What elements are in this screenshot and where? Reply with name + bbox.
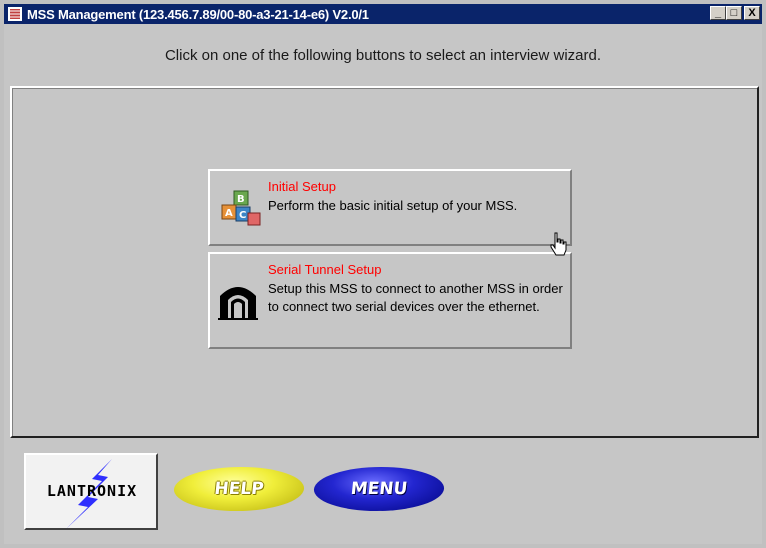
menu-button[interactable]: MENU [311, 467, 447, 511]
wizard-description: Perform the basic initial setup of your … [268, 198, 518, 213]
minimize-button[interactable]: _ [710, 6, 726, 20]
logo-text: LANTRONIX [46, 482, 138, 500]
wizard-title: Serial Tunnel Setup [268, 262, 382, 277]
client-area: Click on one of the following buttons to… [4, 24, 762, 544]
help-button[interactable]: HELP [171, 467, 307, 511]
svg-text:B: B [237, 194, 245, 205]
initial-setup-button[interactable]: B A C Initial Setup Perform the basic in… [208, 169, 572, 246]
close-button[interactable]: X [744, 6, 760, 20]
wizard-title: Initial Setup [268, 179, 336, 194]
hand-cursor-icon [550, 232, 567, 256]
blocks-icon: B A C [221, 190, 261, 226]
wizard-description: Setup this MSS to connect to another MSS… [268, 281, 563, 314]
tunnel-icon [218, 287, 258, 320]
window-title: MSS Management (123.456.7.89/00-80-a3-21… [27, 6, 369, 22]
title-bar[interactable]: MSS Management (123.456.7.89/00-80-a3-21… [4, 4, 762, 24]
svg-text:C: C [239, 210, 246, 221]
app-window: MSS Management (123.456.7.89/00-80-a3-21… [0, 0, 766, 548]
app-icon [8, 7, 22, 21]
svg-text:A: A [225, 208, 233, 219]
instruction-text: Click on one of the following buttons to… [164, 46, 602, 64]
maximize-button[interactable]: □ [726, 6, 742, 20]
footer-bar: LANTRONIX HELP MENU [4, 440, 762, 544]
lantronix-logo-button[interactable]: LANTRONIX [24, 453, 158, 530]
window-controls: _ □ X [710, 6, 760, 20]
serial-tunnel-setup-button[interactable]: Serial Tunnel Setup Setup this MSS to co… [208, 252, 572, 349]
